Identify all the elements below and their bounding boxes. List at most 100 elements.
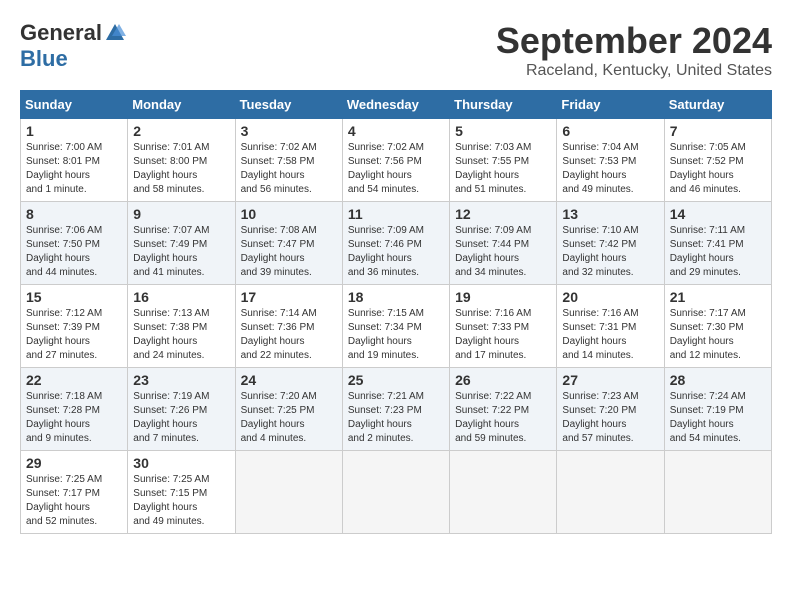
day-number: 6 <box>562 123 658 139</box>
calendar-day-cell: 10Sunrise: 7:08 AMSunset: 7:47 PMDayligh… <box>235 202 342 285</box>
calendar-day-cell: 14Sunrise: 7:11 AMSunset: 7:41 PMDayligh… <box>664 202 771 285</box>
day-info: Sunrise: 7:08 AMSunset: 7:47 PMDaylight … <box>241 224 337 280</box>
calendar-day-cell: 27 Sunrise: 7:23 AMSunset: 7:20 PMDayligh… <box>557 368 664 451</box>
location-title: Raceland, Kentucky, United States <box>496 62 772 80</box>
day-info: Sunrise: 7:17 AMSunset: 7:30 PMDaylight … <box>670 307 766 363</box>
day-number: 7 <box>670 123 766 139</box>
calendar-day-cell: 26Sunrise: 7:22 AMSunset: 7:22 PMDayligh… <box>450 368 557 451</box>
day-info: Sunrise: 7:12 AMSunset: 7:39 PMDaylight … <box>26 307 122 363</box>
weekday-header-row: SundayMondayTuesdayWednesdayThursdayFrid… <box>21 91 772 119</box>
day-info: Sunrise: 7:15 AMSunset: 7:34 PMDaylight … <box>348 307 444 363</box>
calendar-week-row: 8 Sunrise: 7:06 AMSunset: 7:50 PMDaylight… <box>21 202 772 285</box>
day-info: Sunrise: 7:02 AMSunset: 7:56 PMDaylight … <box>348 141 444 197</box>
day-info: Sunrise: 7:23 AMSunset: 7:20 PMDaylight … <box>562 390 658 446</box>
calendar-day-cell <box>557 451 664 534</box>
day-info: Sunrise: 7:07 AMSunset: 7:49 PMDaylight … <box>133 224 229 280</box>
calendar-week-row: 1 Sunrise: 7:00 AMSunset: 8:01 PMDaylight… <box>21 119 772 202</box>
day-number: 21 <box>670 289 766 305</box>
calendar-day-cell: 7Sunrise: 7:05 AMSunset: 7:52 PMDaylight… <box>664 119 771 202</box>
calendar-day-cell: 29Sunrise: 7:25 AMSunset: 7:17 PMDayligh… <box>21 451 128 534</box>
day-number: 11 <box>348 206 444 222</box>
day-number: 8 <box>26 206 122 222</box>
weekday-header: Monday <box>128 91 235 119</box>
calendar-day-cell: 15 Sunrise: 7:12 AMSunset: 7:39 PMDayligh… <box>21 285 128 368</box>
day-number: 24 <box>241 372 337 388</box>
day-number: 29 <box>26 455 122 471</box>
day-number: 30 <box>133 455 229 471</box>
calendar-week-row: 29Sunrise: 7:25 AMSunset: 7:17 PMDayligh… <box>21 451 772 534</box>
day-info: Sunrise: 7:19 AMSunset: 7:26 PMDaylight … <box>133 390 229 446</box>
day-number: 13 <box>562 206 658 222</box>
day-info: Sunrise: 7:06 AMSunset: 7:50 PMDaylight … <box>26 224 122 280</box>
calendar-day-cell: 19Sunrise: 7:16 AMSunset: 7:33 PMDayligh… <box>450 285 557 368</box>
day-info: Sunrise: 7:20 AMSunset: 7:25 PMDaylight … <box>241 390 337 446</box>
day-number: 23 <box>133 372 229 388</box>
day-number: 20 <box>562 289 658 305</box>
day-number: 25 <box>348 372 444 388</box>
calendar-day-cell <box>664 451 771 534</box>
calendar-day-cell: 16Sunrise: 7:13 AMSunset: 7:38 PMDayligh… <box>128 285 235 368</box>
calendar-day-cell: 30 Sunrise: 7:25 AMSunset: 7:15 PMDayligh… <box>128 451 235 534</box>
day-number: 19 <box>455 289 551 305</box>
day-info: Sunrise: 7:00 AMSunset: 8:01 PMDaylight … <box>26 141 122 197</box>
calendar-day-cell <box>450 451 557 534</box>
day-info: Sunrise: 7:10 AMSunset: 7:42 PMDaylight … <box>562 224 658 280</box>
calendar-day-cell: 22 Sunrise: 7:18 AMSunset: 7:28 PMDayligh… <box>21 368 128 451</box>
calendar-day-cell: 12 Sunrise: 7:09 AMSunset: 7:44 PMDayligh… <box>450 202 557 285</box>
calendar-day-cell: 6 Sunrise: 7:04 AMSunset: 7:53 PMDaylight… <box>557 119 664 202</box>
day-info: Sunrise: 7:21 AMSunset: 7:23 PMDaylight … <box>348 390 444 446</box>
calendar-day-cell: 25 Sunrise: 7:21 AMSunset: 7:23 PMDayligh… <box>342 368 449 451</box>
logo-icon <box>104 22 126 44</box>
day-number: 18 <box>348 289 444 305</box>
day-info: Sunrise: 7:24 AMSunset: 7:19 PMDaylight … <box>670 390 766 446</box>
day-number: 17 <box>241 289 337 305</box>
calendar-day-cell: 9 Sunrise: 7:07 AMSunset: 7:49 PMDaylight… <box>128 202 235 285</box>
calendar-day-cell: 18 Sunrise: 7:15 AMSunset: 7:34 PMDayligh… <box>342 285 449 368</box>
day-number: 27 <box>562 372 658 388</box>
day-info: Sunrise: 7:03 AMSunset: 7:55 PMDaylight … <box>455 141 551 197</box>
weekday-header: Wednesday <box>342 91 449 119</box>
day-number: 28 <box>670 372 766 388</box>
calendar-day-cell <box>235 451 342 534</box>
day-number: 4 <box>348 123 444 139</box>
weekday-header: Saturday <box>664 91 771 119</box>
day-info: Sunrise: 7:09 AMSunset: 7:44 PMDaylight … <box>455 224 551 280</box>
calendar-day-cell: 28 Sunrise: 7:24 AMSunset: 7:19 PMDayligh… <box>664 368 771 451</box>
day-info: Sunrise: 7:04 AMSunset: 7:53 PMDaylight … <box>562 141 658 197</box>
day-number: 9 <box>133 206 229 222</box>
day-number: 1 <box>26 123 122 139</box>
month-title: September 2024 <box>496 20 772 62</box>
calendar-day-cell: 3Sunrise: 7:02 AMSunset: 7:58 PMDaylight… <box>235 119 342 202</box>
day-info: Sunrise: 7:25 AMSunset: 7:15 PMDaylight … <box>133 473 229 529</box>
calendar-day-cell: 20 Sunrise: 7:16 AMSunset: 7:31 PMDayligh… <box>557 285 664 368</box>
day-number: 15 <box>26 289 122 305</box>
calendar-day-cell: 21 Sunrise: 7:17 AMSunset: 7:30 PMDayligh… <box>664 285 771 368</box>
calendar-day-cell: 17Sunrise: 7:14 AMSunset: 7:36 PMDayligh… <box>235 285 342 368</box>
calendar-day-cell: 2 Sunrise: 7:01 AMSunset: 8:00 PMDaylight… <box>128 119 235 202</box>
calendar-week-row: 15 Sunrise: 7:12 AMSunset: 7:39 PMDayligh… <box>21 285 772 368</box>
day-info: Sunrise: 7:16 AMSunset: 7:31 PMDaylight … <box>562 307 658 363</box>
day-number: 2 <box>133 123 229 139</box>
calendar-day-cell: 23 Sunrise: 7:19 AMSunset: 7:26 PMDayligh… <box>128 368 235 451</box>
calendar-day-cell: 5Sunrise: 7:03 AMSunset: 7:55 PMDaylight… <box>450 119 557 202</box>
logo: General Blue <box>20 20 126 72</box>
day-number: 12 <box>455 206 551 222</box>
day-info: Sunrise: 7:18 AMSunset: 7:28 PMDaylight … <box>26 390 122 446</box>
logo-blue: Blue <box>20 46 68 72</box>
page-header: General Blue September 2024 Raceland, Ke… <box>20 20 772 80</box>
calendar-day-cell: 11 Sunrise: 7:09 AMSunset: 7:46 PMDayligh… <box>342 202 449 285</box>
calendar-day-cell: 8 Sunrise: 7:06 AMSunset: 7:50 PMDaylight… <box>21 202 128 285</box>
calendar-day-cell: 4 Sunrise: 7:02 AMSunset: 7:56 PMDaylight… <box>342 119 449 202</box>
weekday-header: Tuesday <box>235 91 342 119</box>
calendar-week-row: 22 Sunrise: 7:18 AMSunset: 7:28 PMDayligh… <box>21 368 772 451</box>
weekday-header: Sunday <box>21 91 128 119</box>
calendar-table: SundayMondayTuesdayWednesdayThursdayFrid… <box>20 90 772 534</box>
day-number: 22 <box>26 372 122 388</box>
day-info: Sunrise: 7:22 AMSunset: 7:22 PMDaylight … <box>455 390 551 446</box>
day-info: Sunrise: 7:02 AMSunset: 7:58 PMDaylight … <box>241 141 337 197</box>
weekday-header: Friday <box>557 91 664 119</box>
day-info: Sunrise: 7:09 AMSunset: 7:46 PMDaylight … <box>348 224 444 280</box>
calendar-day-cell: 24 Sunrise: 7:20 AMSunset: 7:25 PMDayligh… <box>235 368 342 451</box>
title-section: September 2024 Raceland, Kentucky, Unite… <box>496 20 772 80</box>
day-info: Sunrise: 7:01 AMSunset: 8:00 PMDaylight … <box>133 141 229 197</box>
